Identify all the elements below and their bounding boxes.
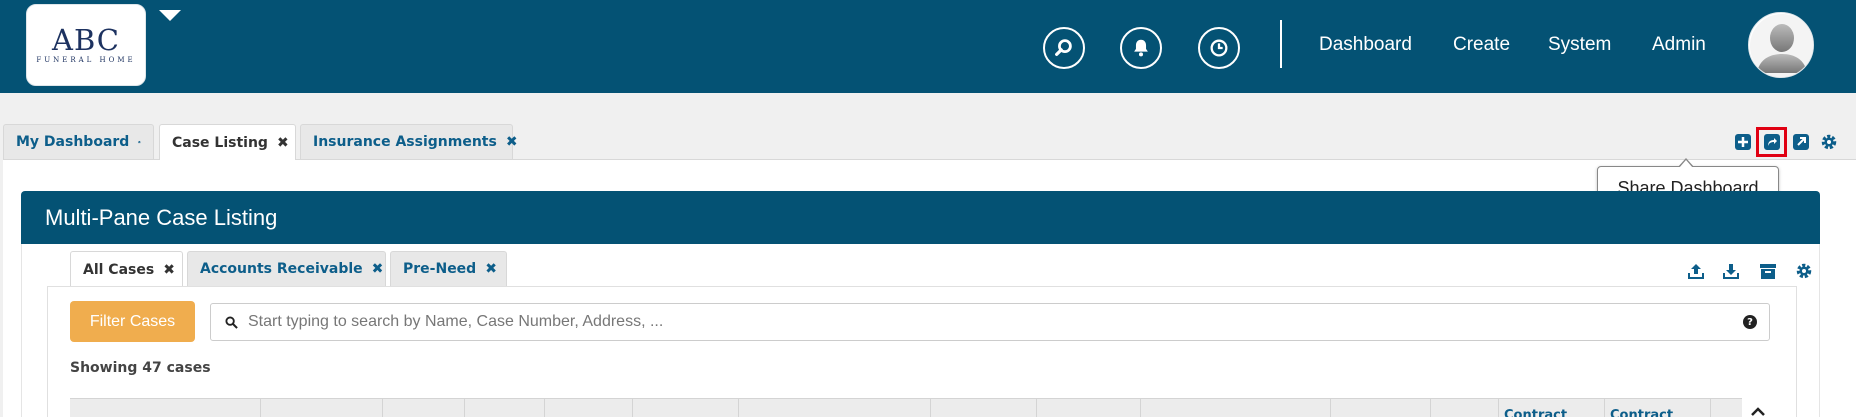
table-header: Contract Contract	[70, 398, 1742, 417]
tab-all-cases[interactable]: All Cases ✖	[70, 251, 183, 287]
add-icon[interactable]	[1733, 132, 1753, 152]
close-icon[interactable]: ✖	[485, 261, 497, 277]
search-icon	[225, 315, 238, 329]
download-icon[interactable]	[1721, 261, 1741, 281]
tab-label: Case Listing	[172, 134, 268, 151]
gear-icon[interactable]	[1819, 132, 1839, 152]
search-input[interactable]	[248, 313, 1728, 331]
archive-icon[interactable]	[1758, 261, 1778, 281]
tab-pre-need[interactable]: Pre-Need ✖	[390, 251, 507, 286]
bell-icon[interactable]	[1120, 27, 1162, 69]
external-link-icon[interactable]	[1791, 132, 1811, 152]
filter-cases-button[interactable]: Filter Cases	[70, 301, 195, 342]
close-icon[interactable]: ✖	[506, 134, 518, 150]
search-box: ?	[210, 303, 1770, 341]
tooltip-arrow-inner	[1679, 160, 1693, 168]
tab-case-listing[interactable]: Case Listing ✖	[159, 124, 296, 160]
avatar[interactable]	[1748, 12, 1814, 78]
case-count-text: Showing 47 cases	[70, 360, 211, 376]
logo-subtext: Funeral Home	[36, 56, 136, 64]
tab-accounts-receivable[interactable]: Accounts Receivable ✖	[187, 251, 386, 286]
company-logo[interactable]: ABC Funeral Home	[26, 4, 146, 86]
nav-link-create[interactable]: Create	[1453, 33, 1510, 57]
logo-text: ABC	[52, 23, 120, 57]
column-header-contract[interactable]: Contract	[1504, 408, 1567, 417]
navbar-divider	[1280, 20, 1282, 68]
close-icon[interactable]: ✖	[163, 262, 175, 278]
tab-label: Insurance Assignments	[313, 134, 497, 150]
close-icon[interactable]: ✖	[277, 135, 289, 151]
tab-my-dashboard[interactable]: My Dashboard	[3, 124, 154, 159]
upload-icon[interactable]	[1686, 261, 1706, 281]
tab-insurance-assignments[interactable]: Insurance Assignments ✖	[300, 124, 518, 159]
tab-label: Pre-Need	[403, 261, 477, 277]
home-icon	[138, 140, 141, 144]
tab-label: All Cases	[83, 261, 155, 278]
tab-label: Accounts Receivable	[200, 261, 363, 277]
gear-icon[interactable]	[1794, 261, 1814, 281]
nav-link-admin[interactable]: Admin	[1652, 33, 1706, 57]
share-highlight-box	[1756, 127, 1787, 157]
nav-link-dashboard[interactable]: Dashboard	[1319, 33, 1412, 57]
close-icon[interactable]: ✖	[372, 261, 384, 277]
clock-icon[interactable]	[1198, 27, 1240, 69]
search-icon[interactable]	[1043, 27, 1085, 69]
nav-link-system[interactable]: System	[1548, 33, 1611, 57]
scroll-up-icon[interactable]	[1749, 404, 1767, 417]
widget-title: Multi-Pane Case Listing	[21, 191, 1820, 244]
help-icon[interactable]: ?	[1743, 315, 1757, 329]
column-header-contract[interactable]: Contract	[1610, 408, 1673, 417]
logo-dropdown-caret-icon[interactable]	[159, 10, 181, 21]
tab-label: My Dashboard	[16, 134, 130, 150]
top-navbar: ABC Funeral Home Dashboard Create System…	[0, 0, 1856, 93]
